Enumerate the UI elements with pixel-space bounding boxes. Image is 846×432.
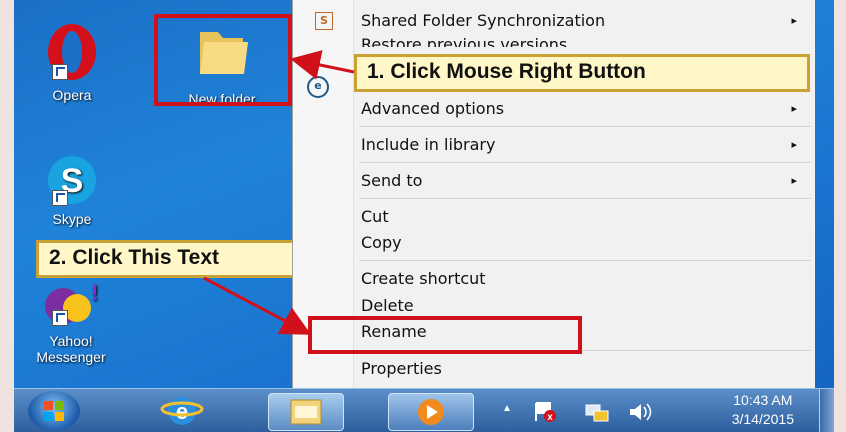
taskbar-media-player[interactable]	[388, 393, 474, 431]
taskbar: e ▲ x 10:43 AM 3/14/2015	[14, 388, 834, 432]
taskbar-internet-explorer[interactable]: e	[150, 393, 214, 429]
clock-time: 10:43 AM	[733, 392, 793, 408]
windows-logo-icon	[44, 401, 64, 421]
clock-date: 3/14/2015	[731, 411, 794, 427]
volume-icon[interactable]	[626, 399, 656, 425]
screenshot-frame: Opera New folder S Skype ! Yahoo! Messen…	[14, 0, 834, 432]
taskbar-windows-explorer[interactable]	[268, 393, 344, 431]
show-desktop-button[interactable]	[819, 389, 834, 432]
desktop: Opera New folder S Skype ! Yahoo! Messen…	[14, 0, 834, 388]
start-button[interactable]	[28, 391, 80, 431]
action-center-flag-icon[interactable]: x	[530, 399, 560, 425]
arrow-to-rename	[203, 276, 312, 335]
annotation-arrows	[203, 50, 355, 335]
system-clock[interactable]: 10:43 AM 3/14/2015	[732, 391, 794, 429]
windows-explorer-icon	[290, 399, 322, 425]
svg-text:x: x	[547, 412, 553, 423]
tray-show-hidden-icon[interactable]: ▲	[502, 403, 512, 414]
network-icon[interactable]	[582, 399, 612, 425]
arrow-to-new-folder	[290, 50, 355, 80]
internet-explorer-icon: e	[160, 397, 204, 425]
media-player-icon	[418, 399, 444, 425]
